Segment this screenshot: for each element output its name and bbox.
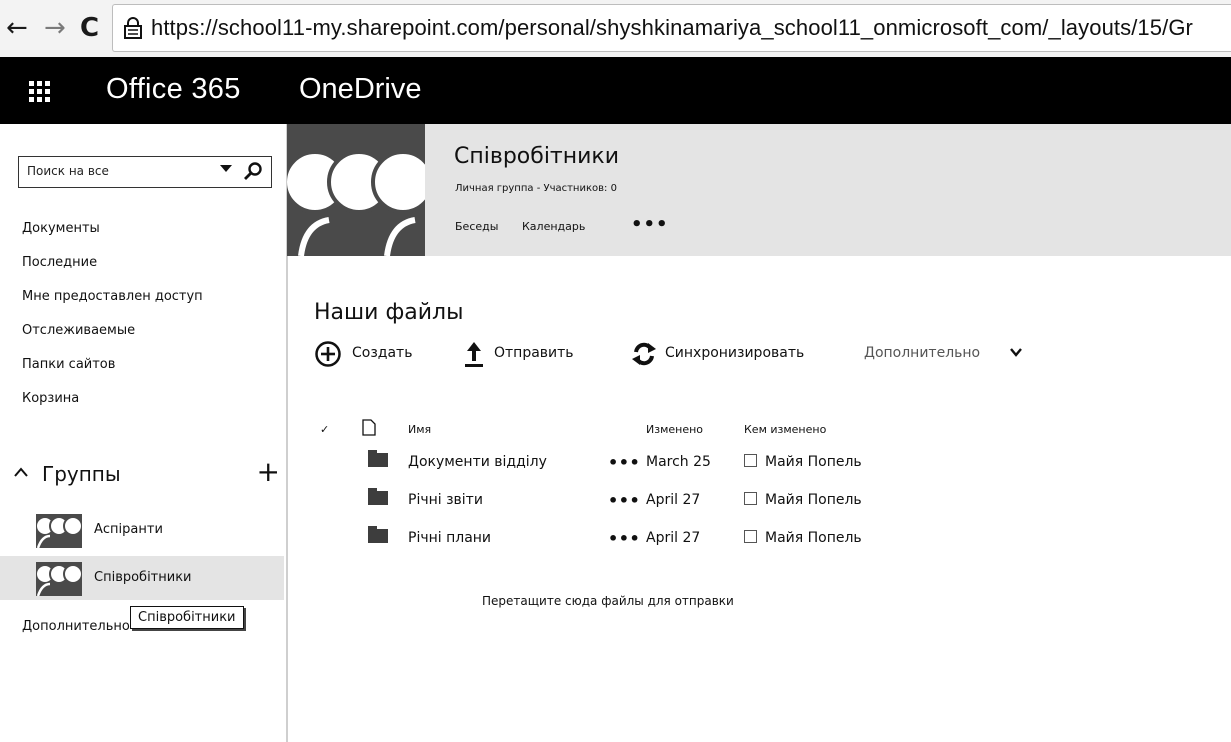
address-bar[interactable]: https://school11-my.sharepoint.com/perso… — [112, 4, 1231, 52]
upload-icon — [465, 342, 483, 367]
sync-icon — [632, 342, 656, 366]
sync-button[interactable]: Синхронизировать — [630, 339, 830, 369]
onedrive-app-name[interactable]: OneDrive — [299, 73, 422, 106]
nav-item-recent[interactable]: Последние — [22, 254, 203, 288]
modified-date: April 27 — [646, 530, 701, 546]
group-label: Співробітники — [94, 570, 192, 585]
presence-icon — [744, 492, 757, 505]
groups-header[interactable]: Группы + — [14, 457, 280, 491]
group-item-aspiranty[interactable]: Аспіранти — [0, 508, 284, 552]
search-icon[interactable] — [242, 161, 264, 183]
nav-item-documents[interactable]: Документы — [22, 220, 203, 254]
search-scope-dropdown-icon[interactable] — [220, 165, 232, 172]
more-commands-label: Дополнительно — [864, 345, 981, 361]
people-icon — [287, 150, 425, 256]
modified-by[interactable]: Майя Попель — [765, 492, 862, 508]
nav-item-shared-with-me[interactable]: Мне предоставлен доступ — [22, 288, 203, 322]
people-icon — [36, 562, 82, 596]
file-name[interactable]: Документи відділу — [408, 454, 547, 470]
group-label: Аспіранти — [94, 522, 163, 537]
row-more-icon[interactable]: ••• — [608, 453, 640, 472]
group-meta: Личная группа - Участников: 0 — [455, 183, 617, 194]
search-input[interactable]: Поиск на все — [18, 156, 272, 188]
row-more-icon[interactable]: ••• — [608, 529, 640, 548]
nav-item-recycle-bin[interactable]: Корзина — [22, 390, 203, 424]
modified-date: March 25 — [646, 454, 711, 470]
url-text: https://school11-my.sharepoint.com/perso… — [151, 15, 1193, 40]
table-row[interactable]: Річні звіти ••• April 27 Майя Попель — [320, 481, 944, 519]
modified-by[interactable]: Майя Попель — [765, 530, 862, 546]
presence-icon — [744, 530, 757, 543]
group-header: Співробітники Личная группа - Участников… — [425, 124, 1231, 256]
group-more-icon[interactable]: ••• — [631, 214, 669, 235]
folder-icon — [368, 526, 388, 543]
files-title: Наши файлы — [314, 300, 464, 325]
table-header-row: ✓ Имя Изменено Кем изменено — [320, 415, 944, 443]
presence-icon — [744, 454, 757, 467]
drop-zone-hint: Перетащите сюда файлы для отправки — [482, 594, 734, 608]
create-label: Создать — [352, 345, 413, 361]
files-table: ✓ Имя Изменено Кем изменено Документи ві… — [320, 415, 944, 557]
select-all-checkmark-icon[interactable]: ✓ — [320, 423, 329, 436]
chevron-down-icon — [1010, 348, 1022, 357]
column-header-modified[interactable]: Изменено — [646, 423, 703, 436]
groups-title: Группы — [42, 462, 121, 486]
column-header-name[interactable]: Имя — [408, 423, 431, 436]
more-commands-button[interactable]: Дополнительно — [864, 339, 1024, 369]
group-image — [287, 124, 425, 256]
sync-label: Синхронизировать — [665, 345, 805, 361]
modified-date: April 27 — [646, 492, 701, 508]
upload-button[interactable]: Отправить — [462, 339, 592, 369]
document-type-icon — [362, 419, 376, 436]
file-name[interactable]: Річні плани — [408, 530, 491, 546]
office365-brand[interactable]: Office 365 — [106, 73, 241, 106]
upload-label: Отправить — [494, 345, 574, 361]
modified-by[interactable]: Майя Попель — [765, 454, 862, 470]
app-launcher-icon[interactable] — [29, 81, 50, 102]
nav-list: Документы Последние Мне предоставлен дос… — [22, 220, 203, 424]
column-header-modified-by[interactable]: Кем изменено — [744, 423, 826, 436]
file-name[interactable]: Річні звіти — [408, 492, 483, 508]
group-link-conversations[interactable]: Беседы — [455, 220, 498, 233]
suite-bar: Office 365 OneDrive — [0, 57, 1231, 124]
left-navigation: Поиск на все Документы Последние Мне пре… — [0, 124, 288, 742]
browser-toolbar: ← → C https://school11-my.sharepoint.com… — [0, 0, 1231, 58]
nav-more-link[interactable]: Дополнительно — [22, 619, 130, 634]
forward-arrow-icon[interactable]: → — [44, 14, 66, 42]
add-group-icon[interactable]: + — [257, 457, 280, 487]
folder-icon — [368, 450, 388, 467]
nav-item-site-folders[interactable]: Папки сайтов — [22, 356, 203, 390]
search-placeholder: Поиск на все — [27, 164, 109, 178]
group-item-spivrobitnyky[interactable]: Співробітники — [0, 556, 284, 600]
folder-icon — [368, 488, 388, 505]
lock-icon — [124, 17, 142, 39]
table-row[interactable]: Річні плани ••• April 27 Майя Попель — [320, 519, 944, 557]
tooltip: Співробітники — [130, 606, 244, 629]
nav-item-followed[interactable]: Отслеживаемые — [22, 322, 203, 356]
back-arrow-icon[interactable]: ← — [6, 14, 28, 42]
create-button[interactable]: Создать — [314, 339, 424, 369]
chevron-up-icon[interactable] — [14, 467, 28, 477]
row-more-icon[interactable]: ••• — [608, 491, 640, 510]
reload-icon[interactable]: C — [80, 14, 99, 42]
group-title: Співробітники — [454, 144, 620, 169]
people-icon — [36, 514, 82, 548]
group-link-calendar[interactable]: Календарь — [522, 220, 585, 233]
table-row[interactable]: Документи відділу ••• March 25 Майя Попе… — [320, 443, 944, 481]
plus-circle-icon — [315, 341, 341, 367]
